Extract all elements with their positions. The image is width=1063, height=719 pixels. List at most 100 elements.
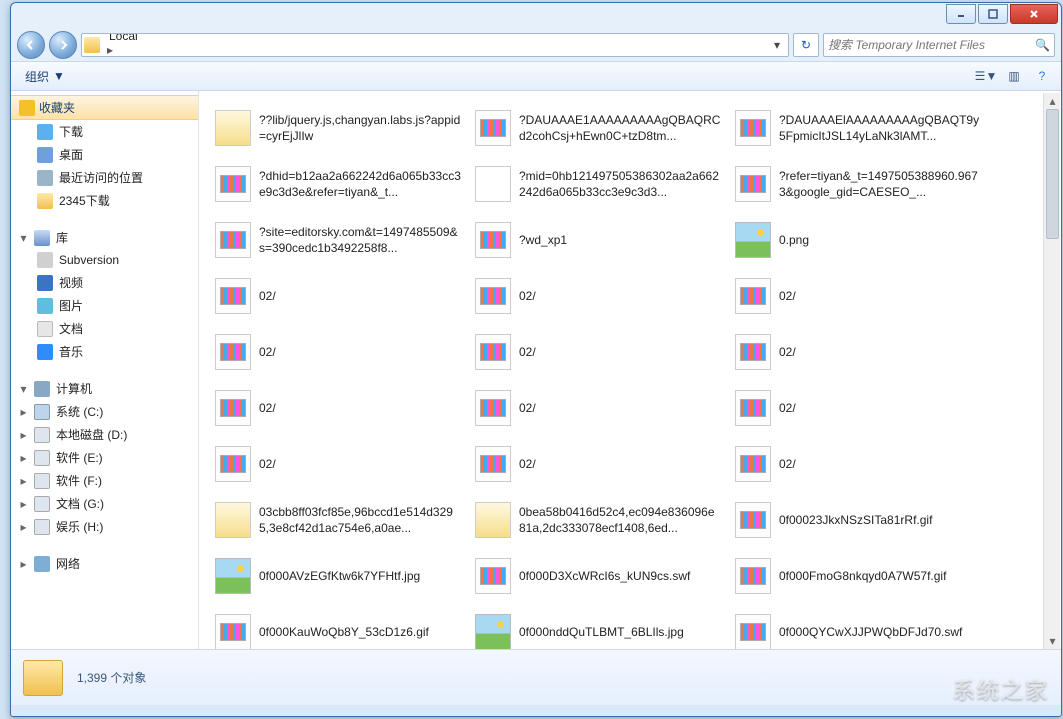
sidebar-item-icon: [37, 275, 53, 291]
file-item[interactable]: 02/: [733, 269, 983, 323]
file-item[interactable]: ?refer=tiyan&_t=1497505388960.9673&googl…: [733, 157, 983, 211]
breadcrumb-dropdown[interactable]: ▾: [768, 38, 786, 52]
breadcrumb-item[interactable]: Local: [104, 33, 243, 43]
favorites-header[interactable]: 收藏夹: [11, 95, 198, 120]
sidebar-item[interactable]: 文档: [11, 317, 198, 340]
tree-expand-icon[interactable]: ▸: [19, 474, 28, 488]
file-item[interactable]: 0f000KauWoQb8Y_53cD1z6.gif: [213, 605, 463, 649]
search-input[interactable]: [828, 38, 1035, 52]
file-item[interactable]: 0.png: [733, 213, 983, 267]
tree-expand-icon[interactable]: ▸: [19, 520, 28, 534]
file-item[interactable]: 02/: [473, 325, 723, 379]
help-button[interactable]: ?: [1031, 66, 1053, 86]
vertical-scrollbar[interactable]: ▴ ▾: [1043, 93, 1060, 649]
sidebar-item-icon: [37, 252, 53, 268]
tree-expand-icon[interactable]: ▸: [19, 451, 28, 465]
file-name: 02/: [779, 456, 981, 472]
file-item[interactable]: 02/: [473, 269, 723, 323]
sidebar-item[interactable]: 桌面: [11, 143, 198, 166]
file-item[interactable]: 02/: [213, 437, 463, 491]
minimize-button[interactable]: [946, 4, 976, 24]
sidebar-item-drive[interactable]: ▸娱乐 (H:): [11, 515, 198, 538]
sidebar-item-drive[interactable]: ▸系统 (C:): [11, 400, 198, 423]
file-name: 03cbb8ff03fcf85e,96bccd1e514d3295,3e8cf4…: [259, 504, 461, 536]
sidebar-item-label: 视频: [59, 274, 83, 291]
file-item[interactable]: ?site=editorsky.com&t=1497485509&s=390ce…: [213, 213, 463, 267]
file-item[interactable]: 0f000FmoG8nkqyd0A7W57f.gif: [733, 549, 983, 603]
maximize-button[interactable]: [978, 4, 1008, 24]
file-item[interactable]: 02/: [213, 269, 463, 323]
breadcrumb[interactable]: ▸Huang▸AppData▸Local▸Microsoft▸Windows▸T…: [81, 33, 789, 57]
sidebar-item[interactable]: Subversion: [11, 249, 198, 271]
tree-collapse-icon[interactable]: ▾: [19, 231, 28, 245]
sidebar-item[interactable]: 最近访问的位置: [11, 166, 198, 189]
back-button[interactable]: [17, 31, 45, 59]
file-item[interactable]: ??lib/jquery.js,changyan.labs.js?appid=c…: [213, 101, 463, 155]
network-header[interactable]: ▸网络: [11, 552, 198, 575]
file-item[interactable]: 0bea58b0416d52c4,ec094e836096e81a,2dc333…: [473, 493, 723, 547]
libraries-header[interactable]: ▾库: [11, 226, 198, 249]
file-icon: [475, 558, 511, 594]
file-item[interactable]: 02/: [733, 325, 983, 379]
drive-icon: [34, 404, 50, 420]
file-icon: [735, 502, 771, 538]
organize-menu[interactable]: 组织 ▼: [19, 66, 71, 87]
search-box[interactable]: 🔍: [823, 33, 1055, 57]
file-icon: [735, 278, 771, 314]
sidebar-item[interactable]: 下载: [11, 120, 198, 143]
sidebar-item[interactable]: 图片: [11, 294, 198, 317]
breadcrumb-separator[interactable]: ▸: [104, 43, 116, 57]
tree-expand-icon[interactable]: ▸: [19, 557, 28, 571]
file-item[interactable]: 0f000QYCwXJJPWQbDFJd70.swf: [733, 605, 983, 649]
titlebar: [11, 3, 1061, 29]
file-item[interactable]: 02/: [733, 437, 983, 491]
sidebar-item[interactable]: 2345下载: [11, 189, 198, 212]
file-item[interactable]: 02/: [213, 381, 463, 435]
file-item[interactable]: 0f000AVzEGfKtw6k7YFHtf.jpg: [213, 549, 463, 603]
file-icon: [735, 446, 771, 482]
file-icon: [215, 614, 251, 649]
sidebar-item-label: 软件 (E:): [56, 449, 103, 466]
sidebar-item-drive[interactable]: ▸软件 (F:): [11, 469, 198, 492]
sidebar-item-label: 音乐: [59, 343, 83, 360]
sidebar-item-drive[interactable]: ▸ 软件 (E:): [11, 446, 198, 469]
file-item[interactable]: 0f00023JkxNSzSITa81rRf.gif: [733, 493, 983, 547]
scroll-down-button[interactable]: ▾: [1044, 633, 1061, 649]
file-item[interactable]: 02/: [733, 381, 983, 435]
file-item[interactable]: ?dhid=b12aa2a662242d6a065b33cc3e9c3d3e&r…: [213, 157, 463, 211]
view-options-button[interactable]: ☰ ▼: [975, 66, 997, 86]
sidebar-item-icon: [37, 124, 53, 140]
drive-icon: [34, 427, 50, 443]
file-item[interactable]: ?mid=0hb121497505386302aa2a662242d6a065b…: [473, 157, 723, 211]
file-item[interactable]: ?DAUAAAE1AAAAAAAAAgQBAQRCd2cohCsj+hEwn0C…: [473, 101, 723, 155]
file-item[interactable]: 02/: [473, 437, 723, 491]
sidebar-item-drive[interactable]: ▸文档 (G:): [11, 492, 198, 515]
tree-expand-icon[interactable]: ▸: [19, 497, 28, 511]
nav-pane[interactable]: 收藏夹 下载桌面最近访问的位置2345下载 ▾库 Subversion 视频图片文…: [11, 91, 199, 649]
preview-pane-button[interactable]: ▥: [1003, 66, 1025, 86]
sidebar-item[interactable]: 音乐: [11, 340, 198, 363]
refresh-button[interactable]: ↻: [793, 33, 819, 57]
file-item[interactable]: 02/: [473, 381, 723, 435]
file-icon: [735, 614, 771, 649]
tree-collapse-icon[interactable]: ▾: [19, 382, 28, 396]
forward-button[interactable]: [49, 31, 77, 59]
close-button[interactable]: [1010, 4, 1058, 24]
computer-header[interactable]: ▾计算机: [11, 377, 198, 400]
scroll-up-button[interactable]: ▴: [1044, 93, 1061, 109]
file-item[interactable]: ?DAUAAAElAAAAAAAAAgQBAQT9y5FpmicItJSL14y…: [733, 101, 983, 155]
search-icon: 🔍: [1035, 38, 1050, 52]
tree-expand-icon[interactable]: ▸: [19, 405, 28, 419]
sidebar-item-drive[interactable]: ▸本地磁盘 (D:): [11, 423, 198, 446]
file-item[interactable]: ?wd_xp1: [473, 213, 723, 267]
file-item[interactable]: 03cbb8ff03fcf85e,96bccd1e514d3295,3e8cf4…: [213, 493, 463, 547]
file-item[interactable]: 02/: [213, 325, 463, 379]
file-name: ??lib/jquery.js,changyan.labs.js?appid=c…: [259, 112, 461, 144]
sidebar-item[interactable]: 视频: [11, 271, 198, 294]
file-list[interactable]: ??lib/jquery.js,changyan.labs.js?appid=c…: [199, 91, 1061, 649]
file-item[interactable]: 0f000D3XcWRcI6s_kUN9cs.swf: [473, 549, 723, 603]
file-icon: [215, 222, 251, 258]
tree-expand-icon[interactable]: ▸: [19, 428, 28, 442]
file-item[interactable]: 0f000nddQuTLBMT_6BLIls.jpg: [473, 605, 723, 649]
scroll-thumb[interactable]: [1046, 109, 1059, 239]
